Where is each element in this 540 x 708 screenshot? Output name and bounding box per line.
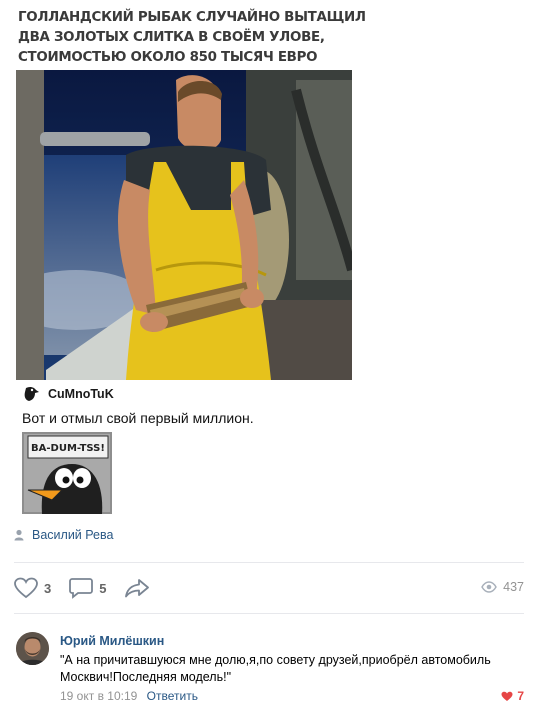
comment-like-count: 7 <box>517 689 524 703</box>
penguin-icon <box>24 386 39 401</box>
avatar[interactable] <box>16 632 49 665</box>
headline-line-3: СТОИМОСТЬЮ ОКОЛО 850 ТЫСЯЧ ЕВРО <box>18 50 318 65</box>
headline-line-2: ДВА ЗОЛОТЫХ СЛИТКА В СВОЁМ УЛОВЕ, <box>18 30 325 45</box>
divider <box>14 613 524 614</box>
user-icon <box>14 529 24 541</box>
divider <box>14 562 524 563</box>
headline-line-1: ГОЛЛАНДСКИЙ РЫБАК СЛУЧАЙНО ВЫТАЩИЛ <box>18 10 366 25</box>
share-icon <box>125 579 150 598</box>
views-counter: 437 <box>481 580 524 594</box>
share-button[interactable] <box>124 577 150 599</box>
eye-icon <box>481 581 497 593</box>
comment-like-button[interactable]: 7 <box>501 689 524 703</box>
like-button[interactable]: 3 <box>14 577 51 599</box>
comment-button[interactable]: 5 <box>69 577 106 599</box>
like-count: 3 <box>44 580 52 596</box>
comment-text: "А на причитавшуюся мне долю,я,по совету… <box>60 653 491 684</box>
fisherman-photo <box>16 70 352 380</box>
post-photo[interactable] <box>16 70 352 380</box>
views-count: 437 <box>503 580 524 594</box>
post-text: Вот и отмыл свой первый миллион. <box>22 410 254 426</box>
comment-icon <box>69 578 94 599</box>
sticker-text: BA-DUM-TSS! <box>31 443 105 454</box>
caption-name: CuMnoTuK <box>48 387 114 401</box>
sticker-image[interactable]: BA-DUM-TSS! <box>22 432 112 514</box>
image-caption: CuMnoTuK <box>22 385 114 403</box>
reply-link[interactable]: Ответить <box>147 689 198 703</box>
heart-icon <box>14 577 38 599</box>
post-source[interactable]: Василий Рева <box>14 528 113 542</box>
comment-author-link[interactable]: Юрий Милёшкин <box>60 634 164 648</box>
post-headline: ГОЛЛАНДСКИЙ РЫБАК СЛУЧАЙНО ВЫТАЩИЛ ДВА З… <box>18 8 366 68</box>
commenter-avatar <box>16 632 49 665</box>
badum-penguin-sticker: BA-DUM-TSS! <box>22 432 112 514</box>
comment-meta: 19 окт в 10:19 Ответить <box>60 689 198 703</box>
heart-filled-icon <box>501 691 513 701</box>
comment-date[interactable]: 19 окт в 10:19 <box>60 689 137 703</box>
comment-count: 5 <box>99 580 107 596</box>
post-actions: 3 5 <box>14 574 168 602</box>
post-author-link[interactable]: Василий Рева <box>32 528 113 542</box>
